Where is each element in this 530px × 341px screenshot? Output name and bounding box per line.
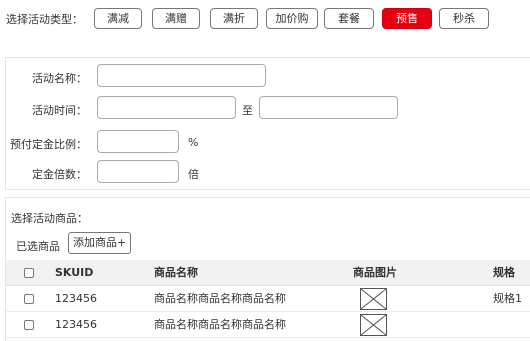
type-button-package[interactable]: 套餐 [324, 8, 374, 29]
table-row: 123456 商品名称商品名称商品名称 规格1 [6, 286, 530, 312]
col-skuid: SKUID [55, 266, 94, 279]
type-button-full-gift[interactable]: 满赠 [152, 8, 200, 29]
row-product-name: 商品名称商品名称商品名称 [154, 292, 286, 305]
deposit-ratio-unit: % [188, 136, 199, 149]
time-separator: 至 [242, 104, 253, 117]
deposit-ratio-input[interactable] [97, 130, 179, 153]
type-button-add-price-buy[interactable]: 加价购 [266, 8, 318, 29]
goods-table-header: SKUID 商品名称 商品图片 规格 [6, 260, 530, 286]
image-placeholder-icon [360, 314, 387, 336]
row-spec: 规格1 [493, 292, 522, 305]
deposit-multiple-input[interactable] [97, 160, 179, 183]
type-button-presale[interactable]: 预售 [382, 8, 432, 29]
deposit-multiple-label: 定金倍数： [32, 168, 87, 181]
activity-start-time-input[interactable] [97, 96, 236, 119]
deposit-ratio-label: 预付定金比例： [10, 138, 87, 151]
activity-type-bar: 选择活动类型： 满减 满赠 满折 加价购 套餐 预售 秒杀 [0, 0, 530, 36]
activity-end-time-input[interactable] [259, 96, 398, 119]
activity-name-input[interactable] [97, 64, 266, 87]
type-button-full-discount[interactable]: 满折 [210, 8, 258, 29]
image-placeholder-icon [360, 288, 387, 310]
activity-type-label: 选择活动类型： [6, 13, 83, 26]
activity-name-label: 活动名称： [32, 72, 87, 85]
activity-form-panel: 活动名称： 活动时间： 至 预付定金比例： % 定金倍数： 倍 [5, 57, 530, 190]
table-row: 123456 商品名称商品名称商品名称 [6, 312, 530, 338]
type-button-full-reduction[interactable]: 满减 [94, 8, 142, 29]
add-goods-button[interactable]: 添加商品+ [68, 232, 132, 254]
type-button-flash-sale[interactable]: 秒杀 [439, 8, 489, 29]
select-all-checkbox[interactable] [24, 268, 34, 278]
col-spec: 规格 [493, 266, 515, 279]
col-product-image: 商品图片 [353, 266, 397, 279]
goods-section-title: 选择活动商品： [11, 212, 88, 225]
deposit-multiple-unit: 倍 [188, 168, 199, 181]
selected-goods-label: 已选商品 [16, 240, 60, 253]
row-checkbox[interactable] [24, 294, 34, 304]
row-skuid: 123456 [55, 292, 97, 305]
row-checkbox[interactable] [24, 320, 34, 330]
activity-goods-panel: 选择活动商品： 已选商品 添加商品+ SKUID 商品名称 商品图片 规格 12… [5, 197, 530, 341]
activity-time-label: 活动时间： [32, 104, 87, 117]
col-product-name: 商品名称 [154, 266, 198, 279]
row-skuid: 123456 [55, 318, 97, 331]
row-product-name: 商品名称商品名称商品名称 [154, 318, 286, 331]
